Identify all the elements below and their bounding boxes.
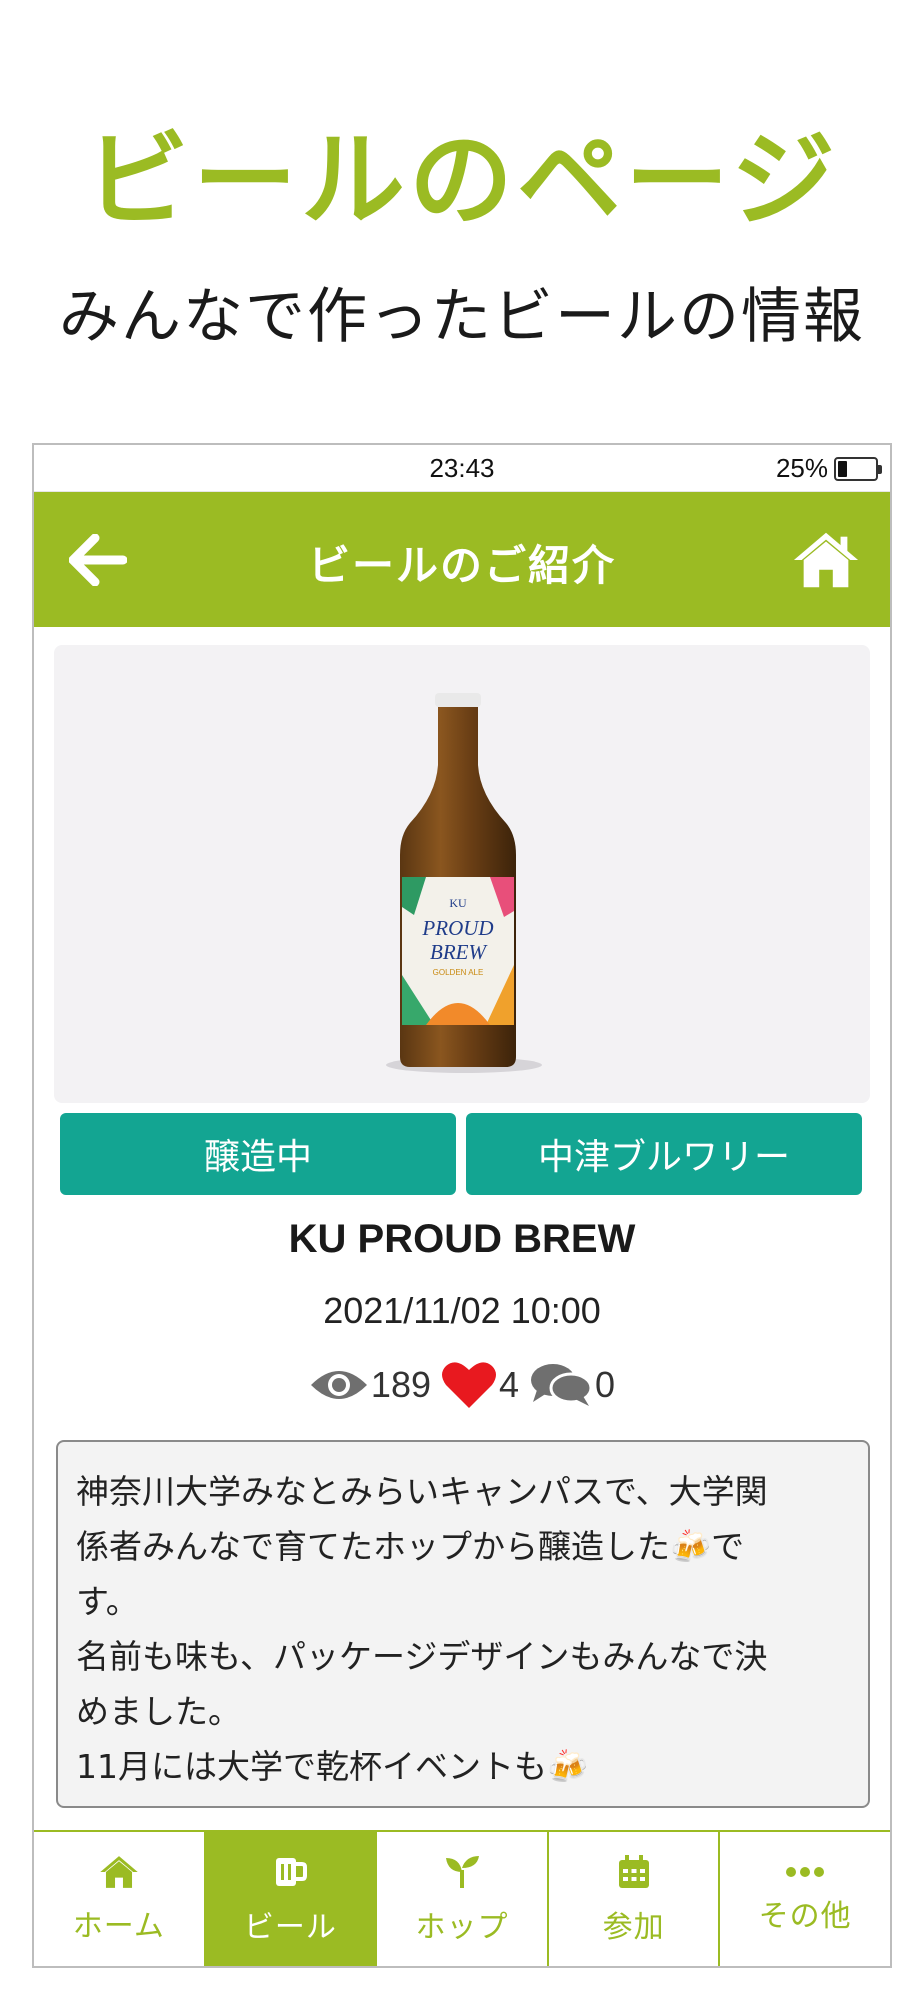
hero-subtitle: みんなで作ったビールの情報	[59, 282, 865, 352]
tab-beer-label: ビール	[243, 1910, 337, 1945]
views-stat: 189	[309, 1364, 431, 1406]
battery-icon	[834, 456, 882, 481]
likes-count: 4	[499, 1364, 520, 1405]
bottom-tab-bar: ホーム ビール ホップ 参加 その他	[34, 1830, 890, 1966]
eye-icon	[310, 1371, 367, 1399]
home-icon	[793, 532, 859, 588]
beer-bottle-illustration: KU PROUD BREW GOLDEN ALE	[386, 693, 542, 1073]
tab-join-label: 参加	[602, 1910, 665, 1945]
brewing-status-tag[interactable]: 醸造中	[60, 1113, 456, 1195]
description-line: す。	[76, 1582, 139, 1621]
battery-fill	[838, 460, 847, 477]
app-header: ビールのご紹介	[34, 492, 890, 627]
views-count: 189	[370, 1364, 431, 1405]
brewery-tag[interactable]: 中津ブルワリー	[466, 1113, 862, 1195]
header-title: ビールのご紹介	[307, 541, 616, 590]
status-bar: 23:43 25%	[34, 445, 890, 492]
phone-screen: 23:43 25% ビールのご紹介 KU PROUD BREW GOLDEN A…	[32, 443, 892, 1968]
beer-date: 2021/11/02 10:00	[323, 1290, 601, 1331]
comments-icon	[531, 1364, 593, 1406]
description-line: 名前も味も、パッケージデザインもみんなで決	[76, 1637, 768, 1676]
calendar-icon	[618, 1855, 649, 1888]
tab-join[interactable]: 参加	[548, 1832, 721, 1966]
label-name-1: PROUD	[421, 916, 493, 940]
description-line: 神奈川大学みなとみらいキャンパスで、大学関	[76, 1472, 768, 1511]
sprout-icon	[445, 1856, 479, 1888]
beer-name: KU PROUD BREW	[288, 1217, 636, 1261]
status-time: 23:43	[429, 453, 495, 483]
hero-title: ビールのページ	[85, 119, 839, 241]
home-button[interactable]	[792, 526, 860, 594]
beer-image: KU PROUD BREW GOLDEN ALE	[54, 645, 870, 1103]
tag-row: 醸造中 中津ブルワリー	[60, 1113, 868, 1195]
likes-stat[interactable]: 4	[441, 1360, 519, 1410]
beer-mug-icon	[276, 1858, 308, 1886]
tab-more-label: その他	[758, 1899, 852, 1934]
battery-status: 25%	[775, 453, 882, 484]
description-line: 11月には大学で乾杯イベントも🍻	[76, 1747, 589, 1786]
comments-count: 0	[595, 1364, 616, 1405]
battery-percent: 25%	[775, 453, 828, 483]
tab-home-label: ホーム	[72, 1909, 165, 1944]
heart-icon	[442, 1362, 496, 1408]
label-style: GOLDEN ALE	[433, 968, 484, 977]
beer-stats: 189 4 0	[34, 1355, 890, 1415]
tab-home[interactable]: ホーム	[34, 1832, 206, 1966]
description-line: 係者みんなで育てたホップから醸造した🍻で	[76, 1527, 745, 1566]
home-icon	[100, 1856, 138, 1888]
tab-more[interactable]: その他	[720, 1832, 890, 1966]
tab-hop[interactable]: ホップ	[377, 1832, 549, 1966]
comments-stat[interactable]: 0	[529, 1362, 615, 1408]
beer-description: 神奈川大学みなとみらいキャンパスで、大学関 係者みんなで育てたホップから醸造した…	[56, 1440, 870, 1808]
more-icon	[786, 1867, 825, 1877]
label-brand: KU	[449, 896, 467, 910]
tab-beer[interactable]: ビール	[205, 1832, 378, 1966]
tab-hop-label: ホップ	[415, 1910, 509, 1945]
description-line: めました。	[76, 1692, 241, 1731]
label-name-2: BREW	[430, 940, 488, 964]
